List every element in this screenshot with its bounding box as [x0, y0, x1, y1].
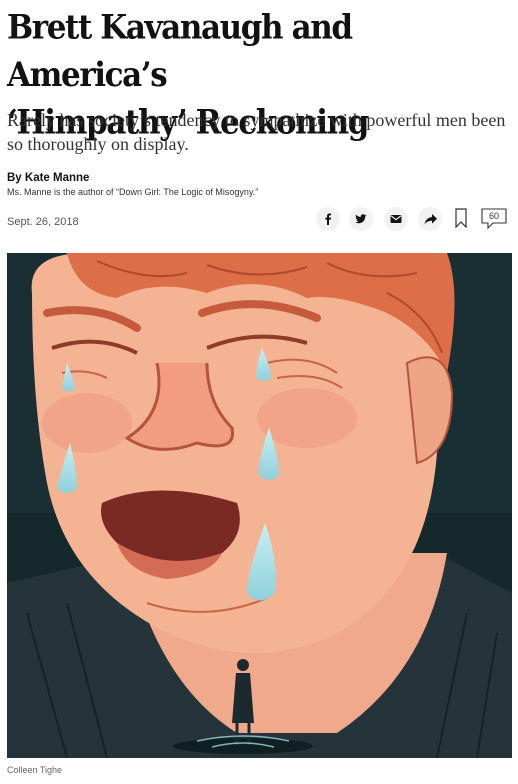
- comments-button[interactable]: 60: [480, 208, 508, 230]
- byline[interactable]: By Kate Manne: [7, 172, 89, 184]
- image-credit: Colleen Tighe: [7, 765, 63, 775]
- article-illustration[interactable]: [7, 253, 512, 758]
- article-summary: Rarely has society’s tendency to sympath…: [7, 110, 506, 154]
- facebook-share-button[interactable]: [316, 207, 340, 231]
- left-cheek: [42, 393, 132, 453]
- more-share-button[interactable]: [418, 207, 442, 231]
- comments-count: 60: [488, 211, 499, 221]
- twitter-share-button[interactable]: [349, 207, 373, 231]
- bookmark-icon[interactable]: [455, 208, 467, 228]
- facebook-icon: [325, 213, 331, 225]
- email-share-button[interactable]: [384, 207, 408, 231]
- share-icon: [424, 213, 437, 224]
- twitter-icon: [355, 214, 367, 224]
- publish-date: Sept. 26, 2018: [7, 216, 79, 228]
- author-note: Ms. Manne is the author of “Down Girl: T…: [7, 187, 259, 197]
- headline-line-1: Brett Kavanaugh and America’s: [7, 8, 353, 95]
- email-icon: [390, 215, 402, 223]
- share-toolbar: 60: [314, 207, 514, 233]
